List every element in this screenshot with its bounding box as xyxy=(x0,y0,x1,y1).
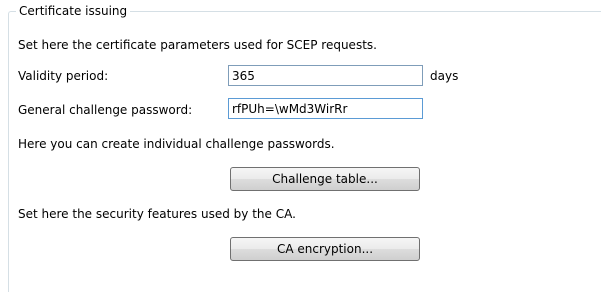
groupbox-title: Certificate issuing xyxy=(16,3,131,19)
individual-passwords-text: Here you can create individual challenge… xyxy=(18,137,335,151)
challenge-table-button[interactable]: Challenge table... xyxy=(230,167,420,191)
challenge-password-input[interactable] xyxy=(228,98,423,119)
validity-period-label: Validity period: xyxy=(18,69,109,83)
security-features-text: Set here the security features used by t… xyxy=(18,207,296,221)
validity-unit-label: days xyxy=(430,69,459,83)
intro-text: Set here the certificate parameters used… xyxy=(18,38,377,52)
validity-period-input[interactable] xyxy=(228,65,423,86)
challenge-password-label: General challenge password: xyxy=(18,103,193,117)
ca-encryption-button[interactable]: CA encryption... xyxy=(230,237,420,261)
